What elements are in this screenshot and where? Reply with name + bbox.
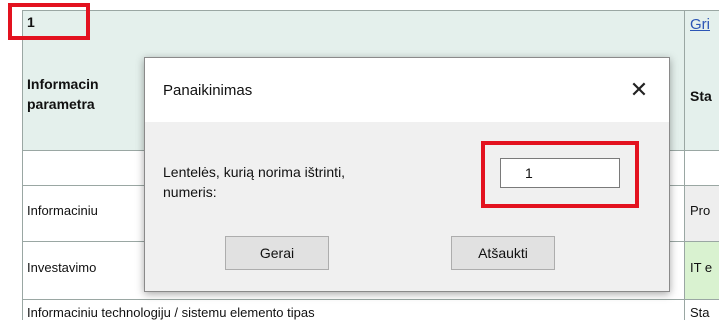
dialog-prompt: Lentelės, kurią norima ištrinti, numeris… [163, 162, 463, 202]
row2-left[interactable]: Investavimo [27, 260, 96, 275]
dialog-titlebar: Panaikinimas ✕ [145, 58, 669, 122]
input-highlight [481, 141, 639, 208]
row3-right[interactable]: Sta [690, 305, 710, 320]
dialog-title: Panaikinimas [163, 82, 253, 99]
row2-right[interactable]: IT e [690, 260, 712, 275]
row1-left[interactable]: Informaciniu [27, 203, 98, 218]
close-icon[interactable]: ✕ [617, 70, 661, 110]
grid-line [22, 299, 719, 300]
ok-button[interactable]: Gerai [225, 236, 329, 270]
row1-right[interactable]: Pro [690, 203, 710, 218]
header-left-line1: Informacin [27, 76, 99, 92]
grid-line [22, 10, 719, 11]
grid-line [22, 10, 23, 320]
header-right: Sta [690, 88, 712, 104]
prompt-line1: Lentelės, kurią norima ištrinti, [163, 164, 346, 180]
row3-left[interactable]: Informaciniu technologiju / sistemu elem… [27, 305, 315, 320]
prompt-line2: numeris: [163, 184, 217, 200]
cancel-button[interactable]: Atšaukti [451, 236, 555, 270]
header-left-line2: parametra [27, 96, 95, 112]
cell-highlight [8, 3, 90, 40]
sheet-link[interactable]: Gri [690, 16, 710, 33]
